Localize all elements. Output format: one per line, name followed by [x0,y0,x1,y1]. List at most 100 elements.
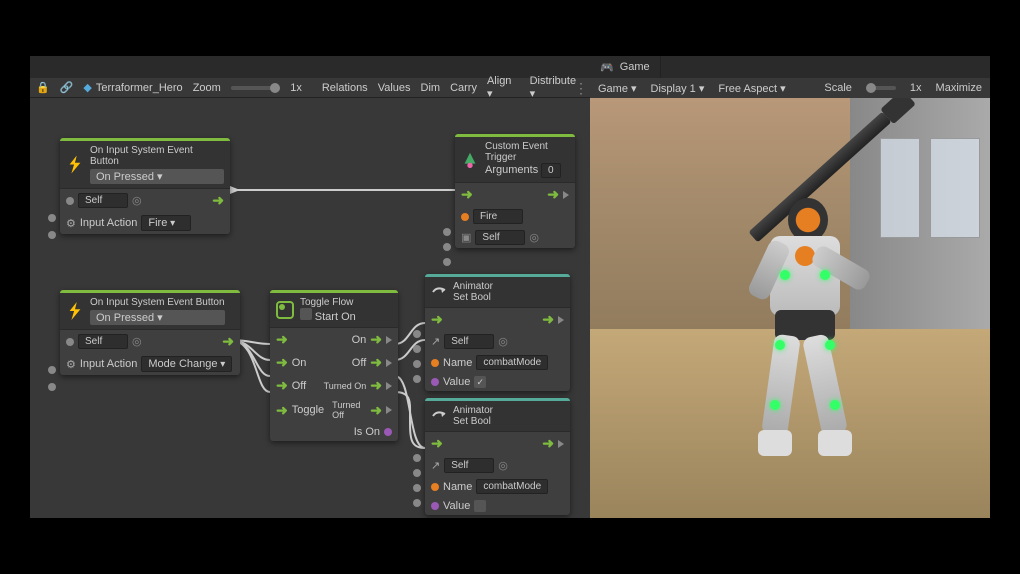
side-port[interactable] [48,214,56,222]
aspect-dropdown[interactable]: Free Aspect ▾ [718,82,785,95]
port-is-on[interactable] [384,428,392,436]
event-field[interactable]: Fire [473,209,523,224]
action-dropdown[interactable]: Fire ▾ [141,215,191,231]
mode-dropdown[interactable]: On Pressed▾ [90,310,225,325]
toolbar-carry[interactable]: Carry [450,82,477,94]
flow-out-port[interactable]: ➜ [547,186,559,203]
port-on[interactable]: ➜ [370,331,382,348]
flow-in-port[interactable]: ➜ [431,435,443,452]
node-input-event-2[interactable]: On Input System Event Button On Pressed▾… [60,290,240,375]
side-port[interactable] [413,360,421,368]
lock-icon[interactable]: 🔒 [36,81,50,94]
tab-game[interactable]: 🎮 Game [590,56,661,78]
start-on-checkbox[interactable] [300,308,312,320]
action-dropdown[interactable]: Mode Change ▾ [141,356,232,372]
display-dropdown[interactable]: Display 1 ▾ [651,82,705,95]
scale-slider[interactable] [866,86,896,90]
asset-selector[interactable]: ◆ Terraformer_Hero [83,81,182,94]
toolbar-values[interactable]: Values [378,82,411,94]
exec-port[interactable] [386,336,392,344]
port-icon[interactable] [66,338,74,346]
target-icon[interactable]: ◎ [529,231,539,244]
self-field[interactable]: Self [444,458,494,473]
node-header: AnimatorSet Bool [425,398,570,431]
side-port[interactable] [48,231,56,239]
node-subtitle: Set Bool [453,416,493,427]
side-port[interactable] [413,454,421,462]
input-action-icon: ⚙ [66,358,76,371]
side-port[interactable] [413,499,421,507]
string-port[interactable] [461,213,469,221]
panel-menu-icon[interactable]: ⋮ [574,80,586,97]
self-field[interactable]: Self [78,193,128,208]
graph-toolbar: 🔒 🔗 ◆ Terraformer_Hero Zoom 1x Relations… [30,78,590,98]
flow-in-port[interactable]: ➜ [276,402,288,419]
target-icon[interactable]: ◎ [498,335,508,348]
side-port[interactable] [413,484,421,492]
zoom-slider[interactable] [231,86,280,90]
flow-in-port[interactable]: ➜ [276,377,288,394]
flow-in-port[interactable]: ➜ [276,331,288,348]
side-port[interactable] [48,366,56,374]
side-port[interactable] [443,258,451,266]
string-port[interactable] [431,359,439,367]
exec-port[interactable] [558,440,564,448]
port-turned-on[interactable]: ➜ [370,377,382,394]
target-field[interactable]: Self [475,230,525,245]
string-port[interactable] [431,483,439,491]
args-field[interactable]: 0 [541,163,561,178]
toolbar-dim[interactable]: Dim [421,82,441,94]
port-icon[interactable] [66,197,74,205]
flow-in-port[interactable]: ➜ [461,186,473,203]
side-port[interactable] [443,243,451,251]
character-boot [758,430,792,456]
game-dropdown[interactable]: Game ▾ [598,82,637,95]
exec-port[interactable] [558,316,564,324]
value-checkbox[interactable] [474,500,486,512]
node-input-event-1[interactable]: On Input System Event Button On Pressed▾… [60,138,230,234]
node-animator-setbool-1[interactable]: AnimatorSet Bool ➜➜ ↗Self◎ NamecombatMod… [425,274,570,391]
name-field[interactable]: combatMode [476,355,548,370]
graph-canvas[interactable]: On Input System Event Button On Pressed▾… [30,98,590,518]
wizard-icon [461,151,479,169]
side-port[interactable] [413,469,421,477]
port-off[interactable]: ➜ [370,354,382,371]
name-field[interactable]: combatMode [476,479,548,494]
value-checkbox[interactable]: ✓ [474,376,486,388]
toolbar-align[interactable]: Align ▾ [487,75,520,100]
flow-out-port[interactable]: ➜ [542,311,554,328]
lightning-icon [66,302,84,320]
side-port[interactable] [48,383,56,391]
toolbar-relations[interactable]: Relations [322,82,368,94]
flow-in-port[interactable]: ➜ [431,311,443,328]
self-field[interactable]: Self [444,334,494,349]
node-animator-setbool-2[interactable]: AnimatorSet Bool ➜➜ ↗Self◎ NamecombatMod… [425,398,570,515]
flow-in-port[interactable]: ➜ [276,354,288,371]
exec-port[interactable] [386,382,392,390]
side-port[interactable] [413,330,421,338]
bool-port[interactable] [431,502,439,510]
target-icon[interactable]: ◎ [132,335,142,348]
exec-port[interactable] [386,359,392,367]
self-field[interactable]: Self [78,334,128,349]
link-icon[interactable]: 🔗 [60,81,74,94]
node-toggle-flow[interactable]: Toggle Flow Start On ➜On➜ ➜OnOff➜ ➜OffTu… [270,290,398,441]
node-custom-event[interactable]: Custom Event Trigger Arguments 0 ➜➜ Fire… [455,134,575,248]
exec-port[interactable] [386,406,392,414]
side-port[interactable] [443,228,451,236]
mode-dropdown[interactable]: On Pressed▾ [90,169,224,184]
flow-out-port[interactable]: ➜ [222,333,234,350]
exec-port[interactable] [563,191,569,199]
bool-port[interactable] [431,378,439,386]
side-port[interactable] [413,345,421,353]
port-is-on-label: Is On [354,426,380,438]
flow-out-port[interactable]: ➜ [542,435,554,452]
node-header: AnimatorSet Bool [425,274,570,307]
target-icon[interactable]: ◎ [132,194,142,207]
start-on-label: Start On [315,311,356,323]
target-icon[interactable]: ◎ [498,459,508,472]
flow-out-port[interactable]: ➜ [212,192,224,209]
port-turned-off[interactable]: ➜ [370,402,382,419]
side-port[interactable] [413,375,421,383]
maximize-button[interactable]: Maximize [936,82,982,94]
